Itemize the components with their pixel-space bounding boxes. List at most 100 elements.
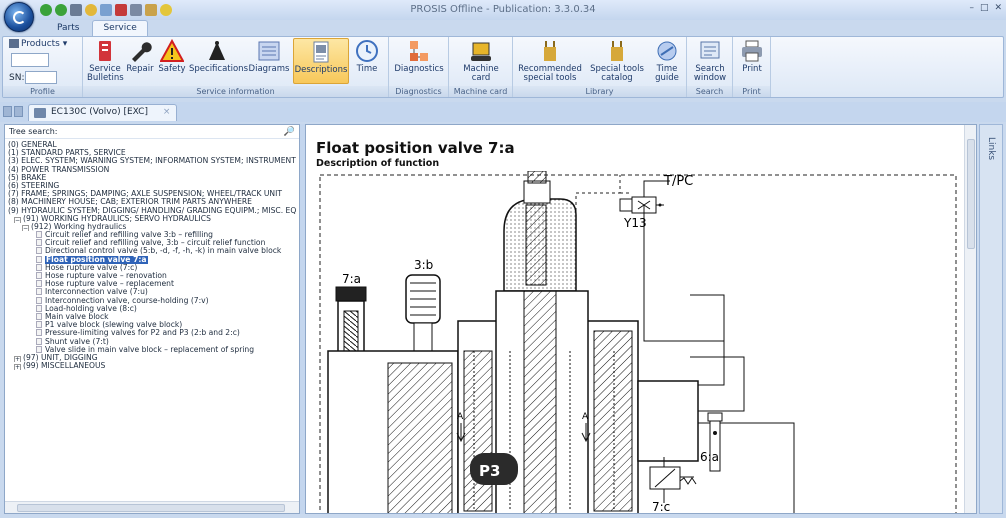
tree-node[interactable]: (5) BRAKE [8,174,296,182]
tree-node[interactable]: (6) STEERING [8,182,296,190]
tree-node[interactable]: (7) FRAME; SPRINGS; DAMPING; AXLE SUSPEN… [8,190,296,198]
diagrams-button[interactable]: Diagrams [247,38,291,84]
document-icon [36,280,42,288]
label-section-a-left: A [457,412,464,422]
search-window-button[interactable]: Search window [689,38,731,84]
window-title: PROSIS Offline - Publication: 3.3.0.34 [410,4,596,15]
scroll-thumb[interactable] [17,504,285,512]
tree-node[interactable]: (1) STANDARD PARTS, SERVICE [8,149,296,157]
tree-node[interactable]: Valve slide in main valve block – replac… [8,345,296,354]
diagram-icon [258,41,280,61]
document-icon [36,345,42,353]
tree-node[interactable]: − (912) Working hydraulics [8,223,296,232]
tree-node-label: (91) WORKING HYDRAULICS; SERVO HYDRAULIC… [23,214,211,223]
tree-node[interactable]: (8) MACHINERY HOUSE; CAB; EXTERIOR TRIM … [8,198,296,206]
tree-node[interactable]: Main valve block [8,312,296,321]
close-tab-icon[interactable]: × [163,107,171,117]
wrench-icon [132,42,152,62]
vertical-scroll-thumb[interactable] [967,139,975,249]
tab-parts[interactable]: Parts [46,20,90,36]
label-p3: P3 [479,462,500,480]
print-button[interactable]: Print [735,38,769,84]
tree-node[interactable]: Directional control valve (5:b, -d, -f, … [8,247,296,255]
descriptions-button[interactable]: Descriptions [293,38,349,84]
tree-node-label: (7) FRAME; SPRINGS; DAMPING; AXLE SUSPEN… [8,190,282,199]
tree-node[interactable]: Interconnection valve, course-holding (7… [8,296,296,305]
profile-group: Products ▾ SN: Profile [3,37,83,97]
tree-node[interactable]: (9) HYDRAULIC SYSTEM; DIGGING/ HANDLING/… [8,207,296,215]
tree-node[interactable]: Interconnection valve (7:u) [8,288,296,296]
tree-node[interactable]: Hose rupture valve – renovation [8,272,296,280]
tree-node-label: Main valve block [45,312,109,321]
tree-node-label: Directional control valve (5:b, -d, -f, … [45,247,282,256]
close-button[interactable]: ✕ [994,3,1002,13]
tree-search-header: Tree search: 🔎 [5,125,299,139]
expand-icon[interactable]: + [14,364,21,371]
tree-node[interactable]: Load-holding valve (8:c) [8,304,296,313]
tab-service[interactable]: Service [92,20,148,36]
minimize-button[interactable]: – [969,3,974,13]
tree-node-label: (8) MACHINERY HOUSE; CAB; EXTERIOR TRIM … [8,198,252,207]
diagnostics-icon [410,41,428,61]
time-button[interactable]: Time [351,38,383,84]
tree-node[interactable]: (3) ELEC. SYSTEM; WARNING SYSTEM; INFORM… [8,157,296,165]
collapse-icon[interactable]: − [22,224,29,232]
machine-icon [471,42,491,61]
tree-node[interactable]: (4) POWER TRANSMISSION [8,166,296,174]
search-group: Search window Search [687,37,733,97]
tree-node[interactable]: Circuit relief and refilling valve, 3:b … [8,239,296,247]
tree-node[interactable]: Pressure-limiting valves for P2 and P3 (… [8,329,296,337]
tree-pane: Tree search: 🔎 (0) GENERAL (1) STANDARD P… [4,124,300,514]
tree-node[interactable]: Hose rupture valve – replacement [8,280,296,288]
recommended-tools-icon [544,41,556,61]
document-icon [36,231,42,239]
machine-card-group-label: Machine card [449,86,512,97]
tree-node-label: Interconnection valve, course-holding (7… [45,296,209,305]
collapse-icon[interactable]: − [14,216,21,223]
tree-node-label: (97) UNIT, DIGGING [23,353,98,362]
tree-node-label: (99) MISCELLANEOUS [23,362,106,371]
maximize-button[interactable]: □ [980,3,989,13]
recommended-special-tools-button[interactable]: Recommended special tools [515,38,585,84]
document-icon [36,337,42,345]
tree-node-selected[interactable]: Float position valve 7:a [8,255,296,264]
tree-node-label: Valve slide in main valve block – replac… [45,345,255,354]
vertical-scrollbar[interactable] [964,125,976,513]
safety-button[interactable]: Safety [157,38,187,84]
tree-node-label: (4) POWER TRANSMISSION [8,165,110,174]
tree-node[interactable]: + (97) UNIT, DIGGING [8,353,296,363]
document-icon [36,288,42,296]
tree-node[interactable]: Shunt valve (7:t) [8,337,296,346]
links-panel[interactable]: Links [979,124,1003,514]
products-button[interactable]: Products ▾ [9,39,67,49]
service-bulletins-button[interactable]: Service Bulletins [87,38,124,84]
print-group: Print Print [733,37,771,97]
app-menu-orb[interactable] [4,2,34,32]
diagnostics-button[interactable]: Diagnostics [391,38,447,84]
specifications-button[interactable]: Specifications [189,38,248,84]
tab-scroll-arrows [3,106,23,117]
tree-node[interactable]: (0) GENERAL [8,141,296,149]
machine-tab-icon [34,108,46,118]
tree-node-label: (5) BRAKE [8,173,47,182]
tab-scroll-left-button[interactable] [3,106,12,117]
document-icon [36,304,42,312]
product-input[interactable] [11,53,49,67]
tree-node[interactable]: − (91) WORKING HYDRAULICS; SERVO HYDRAULI… [8,215,296,223]
machine-card-button[interactable]: Machine card [453,38,509,84]
special-tools-catalog-button[interactable]: Special tools catalog [587,38,647,84]
horizontal-scrollbar[interactable] [5,501,299,513]
binoculars-icon[interactable]: 🔎 [284,127,295,137]
sn-input[interactable] [25,71,57,84]
tree-node-label: Pressure-limiting valves for P2 and P3 (… [45,329,240,338]
tree-node[interactable]: Hose rupture valve (7:c) [8,263,296,272]
document-tab[interactable]: EC130C (Volvo) [EXC] × [28,104,178,121]
tab-scroll-right-button[interactable] [14,106,23,117]
document-icon [36,321,42,329]
tree-node[interactable]: Circuit relief and refilling valve 3:b –… [8,231,296,239]
time-guide-button[interactable]: Time guide [649,38,685,84]
repair-button[interactable]: Repair [125,38,155,84]
tree-node[interactable]: P1 valve block (slewing valve block) [8,321,296,329]
tree-node[interactable]: + (99) MISCELLANEOUS [8,362,296,371]
tree-node-label: (3) ELEC. SYSTEM; WARNING SYSTEM; INFORM… [8,157,296,166]
